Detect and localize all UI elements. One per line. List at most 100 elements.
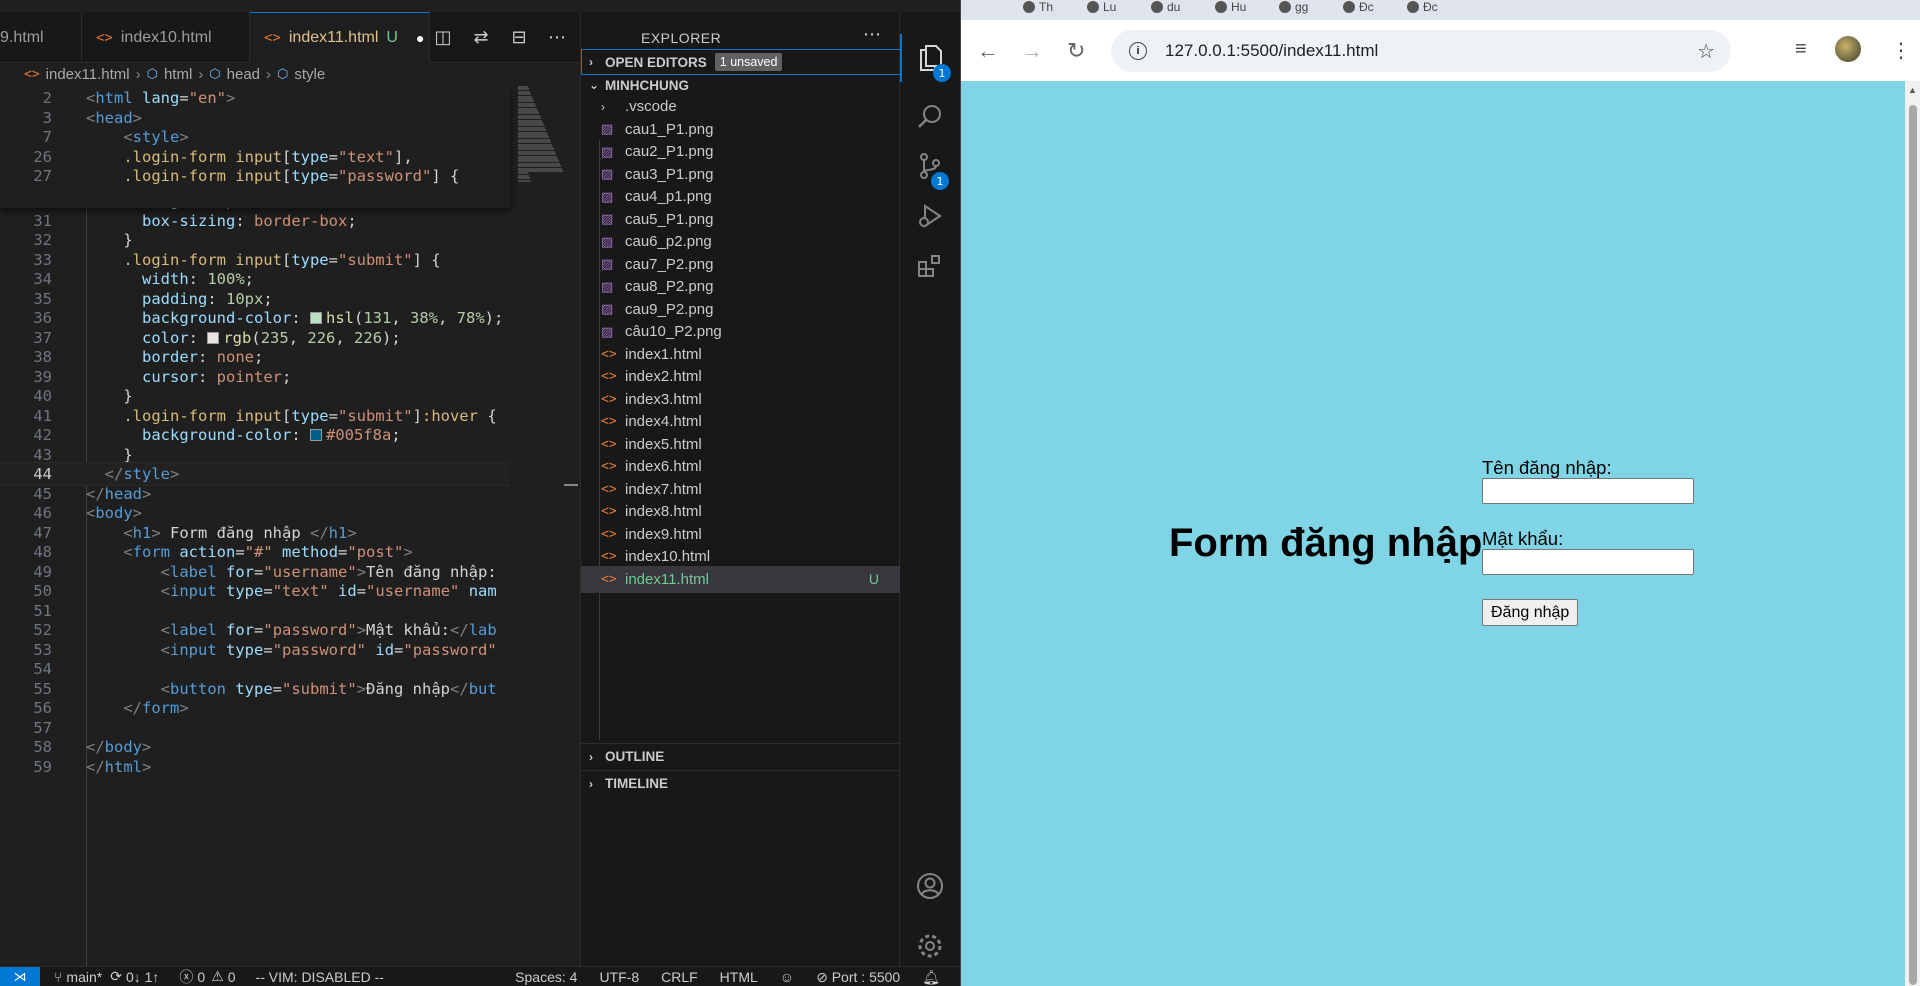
code-line[interactable]: 27 .login-form input[type="password"] { [0,164,510,188]
code-text[interactable]: } [52,387,132,405]
split-editor-icon[interactable]: ⊟ [508,27,530,48]
file-item[interactable]: <> index11.html U [581,565,901,593]
url-text[interactable]: 127.0.0.1:5500/index11.html [1165,41,1378,61]
breadcrumb-item[interactable]: style [294,66,325,83]
browser-tab[interactable]: Th [1023,0,1053,14]
breadcrumb-item[interactable]: html [164,66,192,83]
code-text[interactable]: <input type="text" id="username" nam [52,582,497,600]
code-line[interactable]: 59 </html> [0,755,510,779]
code-text[interactable]: color: rgb(235, 226, 226); [52,329,401,347]
code-text[interactable]: <html lang="en"> [52,89,235,107]
error-count[interactable]: 0 [197,969,205,985]
search-icon[interactable] [900,92,960,140]
code-text[interactable]: width: 100%; [52,270,254,288]
code-editor[interactable]: 2 <html lang="en"> 3 <head> 7 <style> 26 .log… [0,86,510,966]
minimap[interactable] [510,86,568,966]
browser-tab[interactable]: Đc [1407,0,1438,14]
forward-arrow-icon[interactable]: → [1021,38,1043,64]
browser-tab[interactable]: gg [1279,0,1308,14]
warning-count[interactable]: 0 [228,969,236,985]
unsaved-dot-icon[interactable]: ● [416,30,424,46]
run-debug-icon[interactable] [900,192,960,240]
code-text[interactable]: </html> [52,758,151,776]
code-text[interactable]: border: none; [52,348,263,366]
code-text[interactable]: padding: 10px; [52,290,273,308]
browser-tab[interactable]: du [1151,0,1180,14]
code-text[interactable]: <body> [52,504,142,522]
code-text[interactable]: <head> [52,109,142,127]
code-text[interactable]: background-color: hsl(131, 38%, 78%); [52,309,503,327]
password-input[interactable] [1482,549,1694,575]
browser-tab[interactable]: Hu [1215,0,1246,14]
accounts-icon[interactable] [900,862,960,910]
code-text[interactable]: box-sizing: border-box; [52,212,357,230]
code-text[interactable]: <style> [52,128,188,146]
code-text[interactable]: .login-form input[type="text"], [52,148,412,166]
code-text[interactable]: <h1> Form đăng nhập </h1> [52,524,356,542]
page-scrollbar[interactable]: ▲ [1905,81,1920,986]
eol-status[interactable]: CRLF [661,969,698,985]
indentation-status[interactable]: Spaces: 4 [515,969,577,985]
code-text[interactable]: .login-form input[type="password"] { [52,167,459,185]
code-text[interactable]: <input type="password" id="password" [52,641,497,659]
remote-icon[interactable]: ⋊ [0,966,40,986]
outline-section[interactable]: › OUTLINE [581,743,901,769]
code-text[interactable]: <form action="#" method="post"> [52,543,412,561]
more-actions-icon[interactable]: ⋯ [863,24,881,45]
live-server-port[interactable]: ⊘ Port : 5500 [816,969,900,986]
file-name: cau2_P1.png [625,143,714,160]
profile-avatar[interactable] [1835,36,1861,62]
language-mode[interactable]: HTML [720,969,758,985]
extensions-icon[interactable] [900,242,960,290]
code-text[interactable]: <label for="username">Tên đăng nhập: [52,563,497,581]
tab-favicon-icon [1151,1,1163,13]
settings-gear-icon[interactable] [900,922,960,970]
vim-status[interactable]: -- VIM: DISABLED -- [256,969,384,985]
breadcrumb-item[interactable]: head [227,66,260,83]
code-text[interactable]: <label for="password">Mật khẩu:</lab [52,621,497,639]
username-input[interactable] [1482,478,1694,504]
browser-tab[interactable]: Đc [1343,0,1374,14]
code-text[interactable]: .login-form input[type="submit"]:hover { [52,407,496,425]
code-text[interactable]: </style> [52,465,180,483]
login-submit-button[interactable]: Đăng nhập [1482,599,1579,626]
branch-name[interactable]: main* [66,969,102,985]
browser-tab[interactable]: Lu [1087,0,1116,14]
error-icon: ⓧ [179,968,194,985]
code-text[interactable]: </body> [52,738,151,756]
code-text[interactable]: background-color: #005f8a; [52,426,401,444]
reload-icon[interactable]: ↻ [1067,38,1085,64]
bookmark-star-icon[interactable]: ☆ [1697,39,1715,64]
code-text[interactable]: .login-form input[type="submit"] { [52,251,440,269]
menu-kebab-icon[interactable]: ⋮ [1891,38,1911,63]
scrollbar-thumb[interactable] [1909,105,1917,985]
site-info-icon[interactable]: i [1129,42,1147,60]
image-file-icon: ▨ [601,211,614,226]
explorer-icon[interactable]: 1 [900,34,960,82]
code-text[interactable]: </head> [52,485,151,503]
address-bar[interactable]: i 127.0.0.1:5500/index11.html ☆ [1111,30,1731,72]
timeline-section[interactable]: › TIMELINE [581,770,901,796]
open-changes-icon[interactable]: ⇄ [470,27,492,48]
unsaved-badge: 1 unsaved [714,53,783,71]
code-text[interactable]: <button type="submit">Đăng nhập</but [52,680,497,698]
copilot-icon[interactable]: ☺ [780,969,794,985]
chevron-right-icon: › [266,65,272,83]
code-text[interactable]: </form> [52,699,188,717]
scroll-up-icon[interactable]: ▲ [1908,85,1917,95]
more-actions-icon[interactable]: ⋯ [546,27,568,48]
media-controls-icon[interactable]: ≡ [1795,38,1807,61]
back-arrow-icon[interactable]: ← [977,38,999,64]
code-text[interactable]: } [52,446,132,464]
encoding-status[interactable]: UTF-8 [599,969,639,985]
notifications-bell-icon[interactable]: 🔔︎ [922,969,940,986]
tab-index10[interactable]: <> index10.html [82,12,250,63]
code-text[interactable]: } [52,231,132,249]
breadcrumb-item[interactable]: index11.html [46,66,130,83]
source-control-icon[interactable]: 1 [900,142,960,190]
open-preview-icon[interactable]: ◫ [432,27,454,48]
tab-index11[interactable]: <> index11.html U ● [250,12,430,63]
sync-status[interactable]: 0↓ 1↑ [126,969,159,985]
code-text[interactable]: cursor: pointer; [52,368,291,386]
tab-index9[interactable]: 9.html [0,12,82,63]
